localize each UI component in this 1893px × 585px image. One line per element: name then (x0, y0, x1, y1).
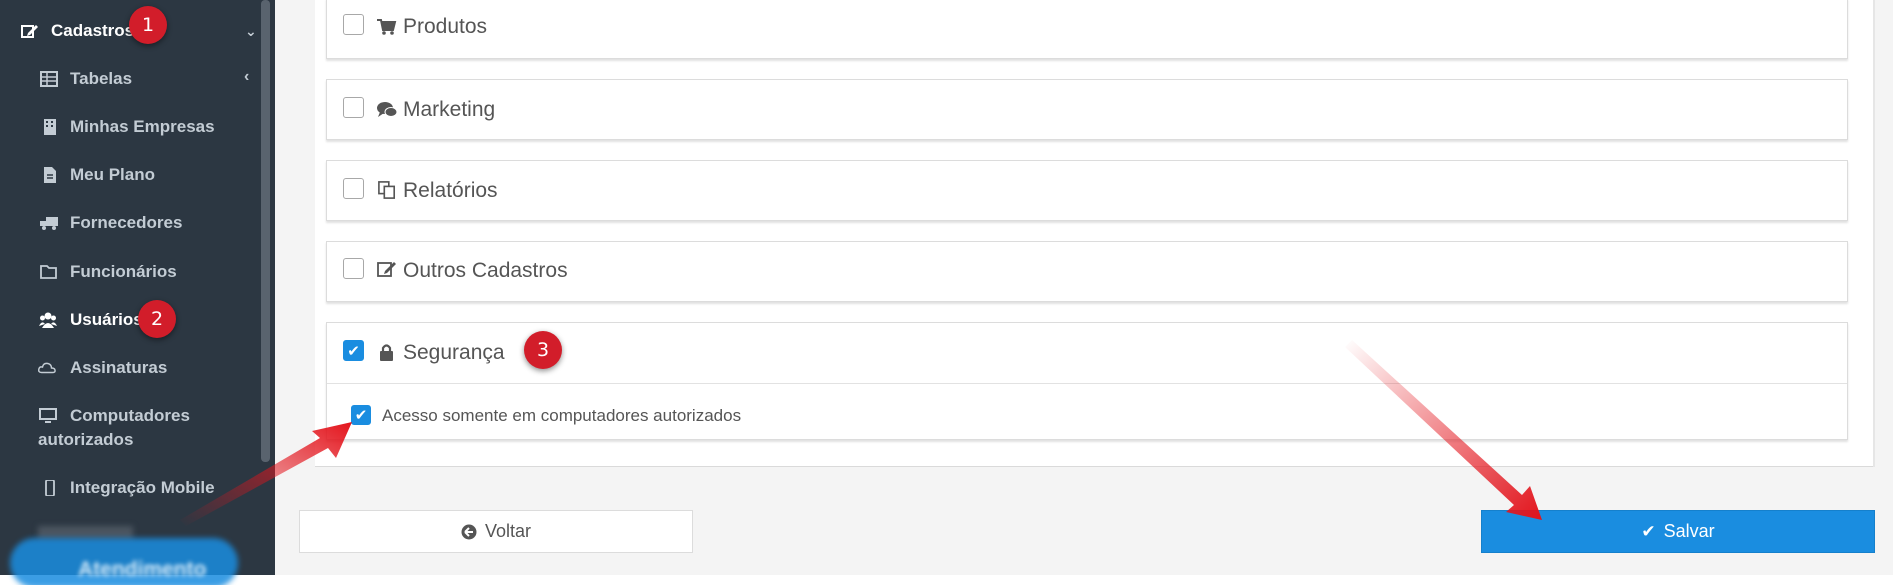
annotation-arrow-save (1345, 340, 1542, 520)
app-frame: Cadastros ⌄ Tabelas ‹ Minhas Empresas Me… (0, 0, 1893, 585)
annotation-arrows (180, 340, 1542, 526)
annotation-arrow-checkbox (180, 422, 352, 526)
